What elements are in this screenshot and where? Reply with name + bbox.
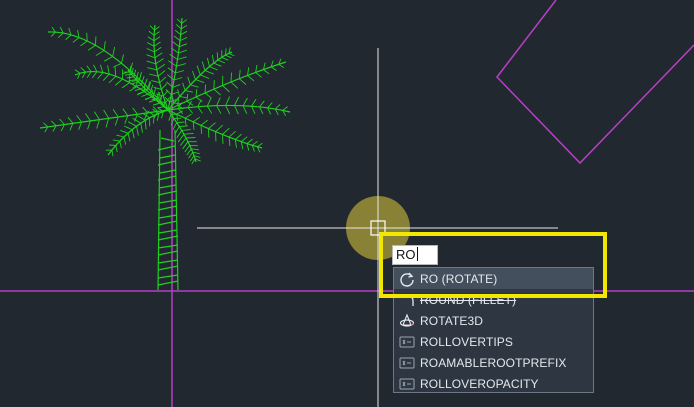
palm-leaflets: [168, 113, 201, 165]
autocomplete-item-rotate3d[interactable]: ROTATE3D: [394, 310, 593, 331]
palm-leaflets: [50, 26, 161, 101]
autocomplete-item-label: ROTATE3D: [420, 313, 484, 328]
palm-tree-block[interactable]: [39, 17, 291, 291]
autocomplete-item-roamablerootprefix[interactable]: ROAMABLEROOTPREFIX: [394, 352, 593, 373]
autocomplete-item-rollovertips[interactable]: ROLLOVERTIPS: [394, 331, 593, 352]
magenta-rotated-rectangle: [496, 0, 694, 165]
rotate3d-icon: [398, 312, 416, 330]
palm-leaflets: [164, 18, 188, 103]
autocomplete-item-label: ROLLOVEROPACITY: [420, 376, 539, 391]
palm-leaflets: [74, 64, 161, 106]
palm-leaflets: [177, 96, 288, 117]
palm-leaflets: [146, 25, 170, 104]
system-variable-icon: [398, 333, 416, 351]
palm-frond: [167, 104, 291, 113]
system-variable-icon: [398, 354, 416, 372]
palm-leaflets: [177, 58, 285, 110]
palm-frond: [39, 109, 169, 129]
yellow-highlight-annotation: [379, 232, 607, 298]
autocomplete-item-label: ROLLOVERTIPS: [420, 334, 514, 349]
autocomplete-item-label: ROAMABLEROOTPREFIX: [420, 355, 567, 370]
palm-frond: [74, 71, 169, 111]
autocomplete-item-rolloveropacity[interactable]: ROLLOVEROPACITY: [394, 373, 593, 394]
system-variable-icon: [398, 375, 416, 393]
